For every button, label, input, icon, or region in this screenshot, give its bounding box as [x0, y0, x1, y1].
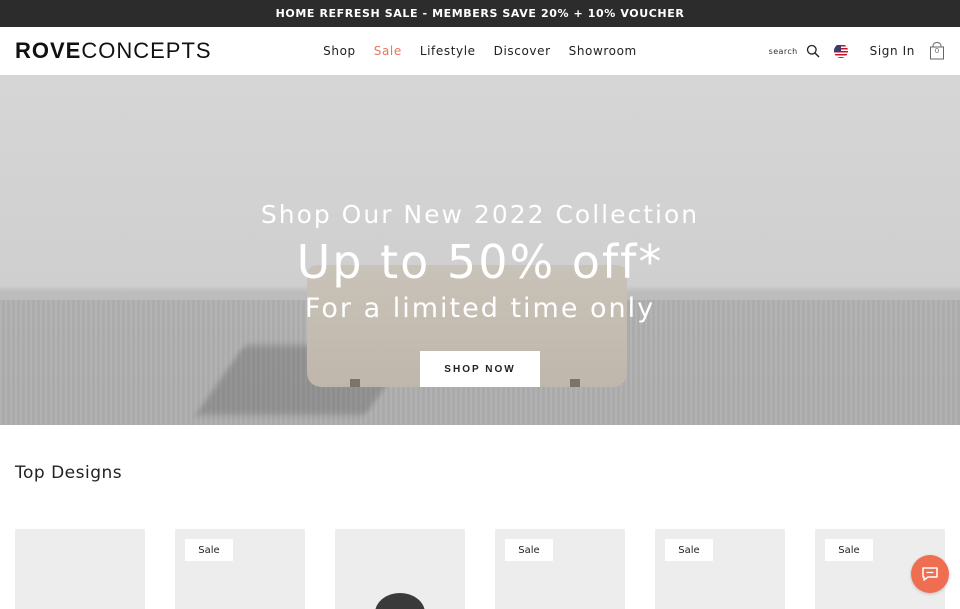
hero-subtitle: Shop Our New 2022 Collection [260, 200, 700, 229]
cart-count: 0 [934, 47, 940, 55]
ottoman-leg [570, 379, 580, 387]
sign-in-link[interactable]: Sign In [870, 44, 915, 58]
sale-badge: Sale [505, 539, 553, 561]
product-card[interactable]: Sale [175, 529, 305, 609]
product-card[interactable] [335, 529, 465, 609]
product-image [375, 593, 425, 609]
product-card[interactable]: Sale [495, 529, 625, 609]
promo-text: HOME REFRESH SALE - MEMBERS SAVE 20% + 1… [275, 7, 685, 20]
site-header: ROVE CONCEPTS Shop Sale Lifestyle Discove… [0, 27, 960, 75]
us-flag-icon[interactable] [833, 44, 848, 58]
nav-item-shop[interactable]: Shop [323, 44, 356, 58]
header-actions: search Sign In 0 [769, 42, 945, 60]
hero-headline: Up to 50% off* [296, 235, 664, 289]
product-grid: Sale Sale Sale Sale [15, 529, 945, 609]
product-card[interactable]: Sale [655, 529, 785, 609]
hero-banner: Shop Our New 2022 Collection Up to 50% o… [0, 75, 960, 425]
sale-badge: Sale [185, 539, 233, 561]
logo[interactable]: ROVE CONCEPTS [15, 38, 212, 64]
shop-now-button[interactable]: SHOP NOW [420, 351, 540, 387]
nav-item-sale[interactable]: Sale [374, 44, 402, 58]
sale-badge: Sale [825, 539, 873, 561]
promo-banner[interactable]: HOME REFRESH SALE - MEMBERS SAVE 20% + 1… [0, 0, 960, 27]
ottoman-leg [350, 379, 360, 387]
logo-bold: ROVE [15, 38, 82, 63]
chat-button[interactable] [911, 555, 949, 593]
chat-icon [922, 567, 938, 581]
logo-light: CONCEPTS [81, 38, 212, 63]
search-label[interactable]: search [769, 47, 798, 56]
shopping-bag-icon[interactable]: 0 [929, 42, 945, 60]
product-card[interactable] [15, 529, 145, 609]
section-title: Top Designs [15, 463, 123, 483]
hero-tagline: For a limited time only [304, 293, 656, 324]
nav-item-lifestyle[interactable]: Lifestyle [420, 44, 476, 58]
sale-badge: Sale [665, 539, 713, 561]
search-icon[interactable] [806, 44, 820, 58]
nav-item-discover[interactable]: Discover [494, 44, 551, 58]
nav-item-showroom[interactable]: Showroom [569, 44, 637, 58]
